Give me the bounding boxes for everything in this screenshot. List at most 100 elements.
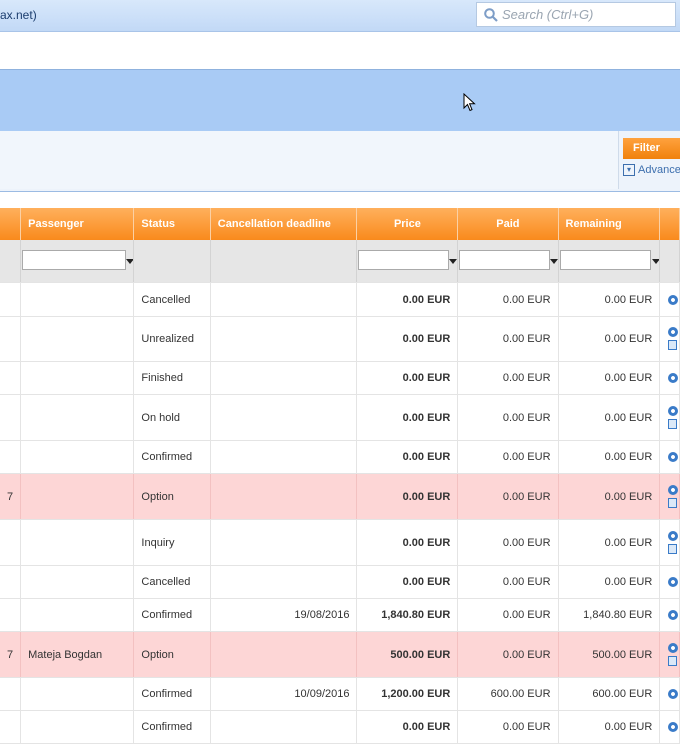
table-row[interactable]: 7 Mateja Bogdan Option 500.00 EUR 0.00 EUR 50… [0,631,680,678]
column-header-paid[interactable]: Paid [457,208,559,240]
chevron-down-icon[interactable] [449,259,457,264]
column-header-remaining[interactable]: Remaining [558,208,661,240]
row-actions [660,711,679,743]
row-actions [660,283,679,316]
cell-id [0,440,22,474]
chevron-down-icon[interactable] [126,259,133,264]
table-row[interactable]: Confirmed 10/09/2016 1,200.00 EUR 600.00 EU… [0,677,680,711]
remaining-filter-input[interactable] [559,250,651,270]
gear-icon[interactable] [668,689,679,699]
cell-price: 0.00 EUR [356,710,459,744]
cell-paid: 0.00 EUR [457,710,559,744]
cell-id: 7 [0,631,22,678]
table-row[interactable]: Finished 0.00 EUR 0.00 EUR 0.00 EUR [0,361,680,395]
cell-actions [659,710,680,744]
filter-cell-passenger [20,240,135,283]
cell-price: 0.00 EUR [356,440,459,474]
chevron-down-icon: ▾ [623,164,635,177]
filter-cell-price [356,240,459,283]
cell-remaining: 0.00 EUR [558,519,661,566]
document-icon[interactable] [668,497,678,508]
row-actions [660,362,679,394]
cell-deadline [210,519,358,566]
filter-cell [659,240,680,283]
table-row[interactable]: Unrealized 0.00 EUR 0.00 EUR 0.00 EUR [0,316,680,362]
cell-remaining: 0.00 EUR [558,282,661,317]
header-row: Passenger Status Cancellation deadline P… [0,208,680,240]
document-icon[interactable] [668,418,678,429]
gear-icon[interactable] [668,484,679,495]
cell-passenger [20,361,135,395]
cell-paid: 0.00 EUR [457,394,559,441]
table-row[interactable]: Cancelled 0.00 EUR 0.00 EUR 0.00 EUR [0,565,680,599]
filter-panel [0,131,680,192]
cell-passenger [20,440,135,474]
cell-price: 0.00 EUR [356,282,459,317]
cell-status: Option [133,473,211,520]
cell-id [0,565,22,599]
table-row[interactable]: Confirmed 0.00 EUR 0.00 EUR 0.00 EUR [0,440,680,474]
cell-price: 1,840.80 EUR [356,598,459,632]
gear-icon[interactable] [668,452,679,462]
cell-id [0,282,22,317]
table-row[interactable]: Confirmed 19/08/2016 1,840.80 EUR 0.00 EUR 1… [0,598,680,632]
table-row[interactable]: Inquiry 0.00 EUR 0.00 EUR 0.00 EUR [0,519,680,566]
gear-icon[interactable] [668,530,679,541]
cell-status: Unrealized [133,316,211,362]
mouse-pointer-icon [463,93,476,112]
gear-icon[interactable] [668,577,679,587]
search-input[interactable] [502,6,670,23]
cell-status: Confirmed [133,598,211,632]
cell-deadline [210,361,358,395]
cell-paid: 600.00 EUR [457,677,559,711]
gear-icon[interactable] [668,373,679,383]
document-icon[interactable] [668,340,678,350]
search-icon [484,8,498,22]
table-row[interactable]: Cancelled 0.00 EUR 0.00 EUR 0.00 EUR [0,282,680,317]
row-actions [660,599,679,631]
cell-id [0,361,22,395]
advanced-filter-toggle[interactable]: ▾ Advance [623,164,680,177]
row-actions [660,317,679,361]
reservations-table: Passenger Status Cancellation deadline P… [0,208,680,744]
document-icon[interactable] [668,543,678,554]
column-header[interactable] [0,208,22,240]
table-row[interactable]: On hold 0.00 EUR 0.00 EUR 0.00 EUR [0,394,680,441]
document-icon[interactable] [668,655,678,666]
chevron-down-icon[interactable] [550,259,558,264]
cell-status: Option [133,631,211,678]
cell-id [0,710,22,744]
table-row[interactable]: 7 Option 0.00 EUR 0.00 EUR 0.00 EUR [0,473,680,520]
gear-icon[interactable] [668,610,679,620]
column-header-passenger[interactable]: Passenger [20,208,135,240]
column-header-status[interactable]: Status [133,208,211,240]
price-filter-input[interactable] [358,250,450,270]
column-header-deadline[interactable]: Cancellation deadline [210,208,358,240]
gear-icon[interactable] [668,294,679,305]
cell-status: Inquiry [133,519,211,566]
filter-button[interactable]: Filter [623,138,680,159]
cell-remaining: 600.00 EUR [558,677,661,711]
cell-passenger [20,316,135,362]
filter-row [0,240,680,283]
column-header-actions [659,208,680,240]
cell-price: 0.00 EUR [356,565,459,599]
cell-paid: 0.00 EUR [457,598,559,632]
cell-passenger [20,710,135,744]
chevron-down-icon[interactable] [651,259,659,264]
gear-icon[interactable] [668,327,679,337]
cell-deadline [210,473,358,520]
cell-id [0,519,22,566]
search-box[interactable] [476,2,676,27]
spacer [0,192,680,208]
paid-filter-input[interactable] [459,250,551,270]
passenger-filter-input[interactable] [22,250,127,270]
gear-icon[interactable] [668,405,679,416]
gear-icon[interactable] [668,722,679,732]
row-actions [660,520,679,565]
gear-icon[interactable] [668,642,679,653]
filter-fields-area [0,131,619,189]
cell-price: 500.00 EUR [356,631,459,678]
table-row[interactable]: Confirmed 0.00 EUR 0.00 EUR 0.00 EUR [0,710,680,744]
column-header-price[interactable]: Price [356,208,459,240]
